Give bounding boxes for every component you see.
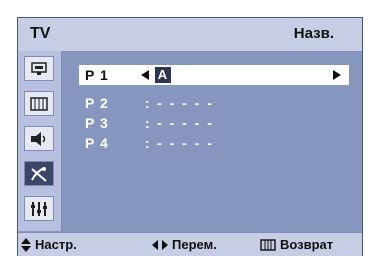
left-arrow-icon[interactable] [141, 70, 149, 80]
move-hint: Перем. [152, 237, 217, 252]
menu-title: Назв. [293, 25, 334, 42]
setup-icon[interactable] [24, 196, 54, 221]
adjust-label: Настр. [35, 237, 77, 252]
channel-row-p1[interactable]: P 1 A [79, 65, 349, 85]
return-label: Возврат [280, 237, 334, 252]
channel-row-p2[interactable]: P 2 : - - - - - [79, 93, 349, 113]
row-colon: : [145, 135, 151, 151]
channel-icon[interactable] [24, 161, 54, 186]
input-icon[interactable] [24, 56, 54, 81]
row-value: - - - - - [157, 135, 214, 151]
menu-sidebar [18, 51, 62, 231]
row-value: - - - - - [157, 115, 214, 131]
menu-header: TV Назв. [18, 18, 362, 52]
row-label: P 3 [85, 115, 109, 131]
char-cursor[interactable]: A [155, 67, 171, 83]
move-label: Перем. [172, 237, 217, 252]
picture-icon[interactable] [24, 91, 54, 116]
return-hint: Возврат [260, 237, 333, 252]
up-down-icon [21, 237, 31, 252]
name-list: P 1 A P 2 : - - - - - P 3 : - - - - - P … [62, 51, 362, 231]
menu-footer: Настр. Перем. Возврат [18, 232, 362, 256]
tv-osd-menu: TV Назв. P 1 A P 2 : - - - - - P 3: - -… [17, 17, 363, 256]
right-arrow-icon[interactable] [333, 70, 341, 80]
left-right-icon [152, 239, 168, 250]
sound-icon[interactable] [24, 126, 54, 151]
row-colon: : [145, 115, 151, 131]
row-colon: : [145, 95, 151, 111]
menu-icon [260, 238, 276, 251]
row-label: P 4 [85, 135, 109, 151]
adjust-hint: Настр. [21, 237, 77, 252]
row-value: - - - - - [157, 95, 214, 111]
channel-row-p3[interactable]: P 3 : - - - - - [79, 113, 349, 133]
channel-row-p4[interactable]: P 4 : - - - - - [79, 133, 349, 153]
tv-label: TV [30, 25, 51, 42]
row-label: P 1 [85, 67, 109, 83]
row-label: P 2 [85, 95, 109, 111]
